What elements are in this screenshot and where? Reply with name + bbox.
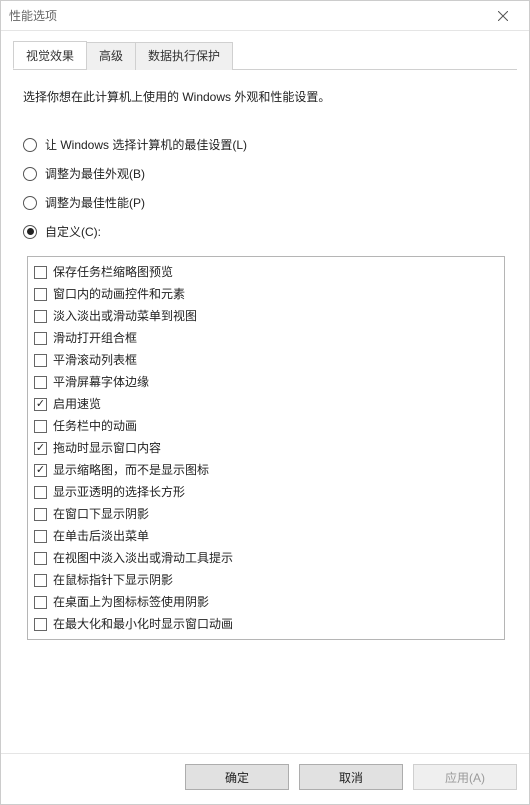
option-row[interactable]: 在单击后淡出菜单 [34,525,498,547]
checkbox-icon [34,376,47,389]
ok-button[interactable]: 确定 [185,764,289,790]
tab-visual-effects[interactable]: 视觉效果 [13,41,87,69]
tab-row: 视觉效果 高级 数据执行保护 [13,41,517,70]
radio-best-appearance[interactable]: 调整为最佳外观(B) [23,165,507,182]
option-label: 在视图中淡入淡出或滑动工具提示 [53,549,233,567]
radio-group: 让 Windows 选择计算机的最佳设置(L) 调整为最佳外观(B) 调整为最佳… [23,136,507,240]
option-row[interactable]: 保存任务栏缩略图预览 [34,261,498,283]
checkbox-icon [34,398,47,411]
checkbox-icon [34,530,47,543]
options-checklist: 保存任务栏缩略图预览窗口内的动画控件和元素淡入淡出或滑动菜单到视图滑动打开组合框… [27,256,505,640]
option-label: 平滑滚动列表框 [53,351,137,369]
option-label: 在单击后淡出菜单 [53,527,149,545]
option-label: 在桌面上为图标标签使用阴影 [53,593,209,611]
checkbox-icon [34,442,47,455]
description-text: 选择你想在此计算机上使用的 Windows 外观和性能设置。 [23,88,507,106]
checkbox-icon [34,266,47,279]
radio-icon [23,138,37,152]
option-row[interactable]: 拖动时显示窗口内容 [34,437,498,459]
option-label: 启用速览 [53,395,101,413]
button-bar: 确定 取消 应用(A) [1,753,529,804]
option-row[interactable]: 启用速览 [34,393,498,415]
option-label: 在窗口下显示阴影 [53,505,149,523]
radio-best-performance[interactable]: 调整为最佳性能(P) [23,194,507,211]
cancel-button[interactable]: 取消 [299,764,403,790]
radio-label: 调整为最佳性能(P) [45,194,145,211]
option-label: 窗口内的动画控件和元素 [53,285,185,303]
performance-options-window: 性能选项 视觉效果 高级 数据执行保护 选择你想在此计算机上使用的 Window… [0,0,530,805]
checkbox-icon [34,508,47,521]
option-row[interactable]: 在视图中淡入淡出或滑动工具提示 [34,547,498,569]
checkbox-icon [34,310,47,323]
option-label: 淡入淡出或滑动菜单到视图 [53,307,197,325]
option-row[interactable]: 平滑滚动列表框 [34,349,498,371]
close-button[interactable] [483,2,523,30]
checkbox-icon [34,486,47,499]
close-icon [498,11,508,21]
option-row[interactable]: 窗口内的动画控件和元素 [34,283,498,305]
option-row[interactable]: 平滑屏幕字体边缘 [34,371,498,393]
checkbox-icon [34,552,47,565]
option-row[interactable]: 在最大化和最小化时显示窗口动画 [34,613,498,635]
option-label: 显示亚透明的选择长方形 [53,483,185,501]
option-label: 保存任务栏缩略图预览 [53,263,173,281]
option-row[interactable]: 淡入淡出或滑动菜单到视图 [34,305,498,327]
radio-custom[interactable]: 自定义(C): [23,223,507,240]
checkbox-icon [34,332,47,345]
radio-let-windows-choose[interactable]: 让 Windows 选择计算机的最佳设置(L) [23,136,507,153]
option-row[interactable]: 在桌面上为图标标签使用阴影 [34,591,498,613]
tab-advanced[interactable]: 高级 [86,42,136,70]
checkbox-icon [34,354,47,367]
tab-content: 选择你想在此计算机上使用的 Windows 外观和性能设置。 让 Windows… [1,70,529,753]
checkbox-icon [34,420,47,433]
option-row[interactable]: 任务栏中的动画 [34,415,498,437]
checkbox-icon [34,574,47,587]
checkbox-icon [34,596,47,609]
option-label: 拖动时显示窗口内容 [53,439,161,457]
option-label: 在最大化和最小化时显示窗口动画 [53,615,233,633]
radio-label: 让 Windows 选择计算机的最佳设置(L) [45,136,247,153]
option-row[interactable]: 显示亚透明的选择长方形 [34,481,498,503]
checkbox-icon [34,288,47,301]
option-label: 滑动打开组合框 [53,329,137,347]
checkbox-icon [34,464,47,477]
radio-icon [23,167,37,181]
radio-label: 自定义(C): [45,223,101,240]
option-row[interactable]: 在窗口下显示阴影 [34,503,498,525]
option-label: 任务栏中的动画 [53,417,137,435]
tab-dep[interactable]: 数据执行保护 [135,42,233,70]
option-label: 显示缩略图，而不是显示图标 [53,461,209,479]
apply-button[interactable]: 应用(A) [413,764,517,790]
radio-icon [23,196,37,210]
option-row[interactable]: 在鼠标指针下显示阴影 [34,569,498,591]
option-row[interactable]: 显示缩略图，而不是显示图标 [34,459,498,481]
option-label: 在鼠标指针下显示阴影 [53,571,173,589]
option-row[interactable]: 滑动打开组合框 [34,327,498,349]
radio-icon [23,225,37,239]
titlebar: 性能选项 [1,1,529,31]
option-label: 平滑屏幕字体边缘 [53,373,149,391]
checkbox-icon [34,618,47,631]
window-title: 性能选项 [9,7,483,24]
radio-label: 调整为最佳外观(B) [45,165,145,182]
